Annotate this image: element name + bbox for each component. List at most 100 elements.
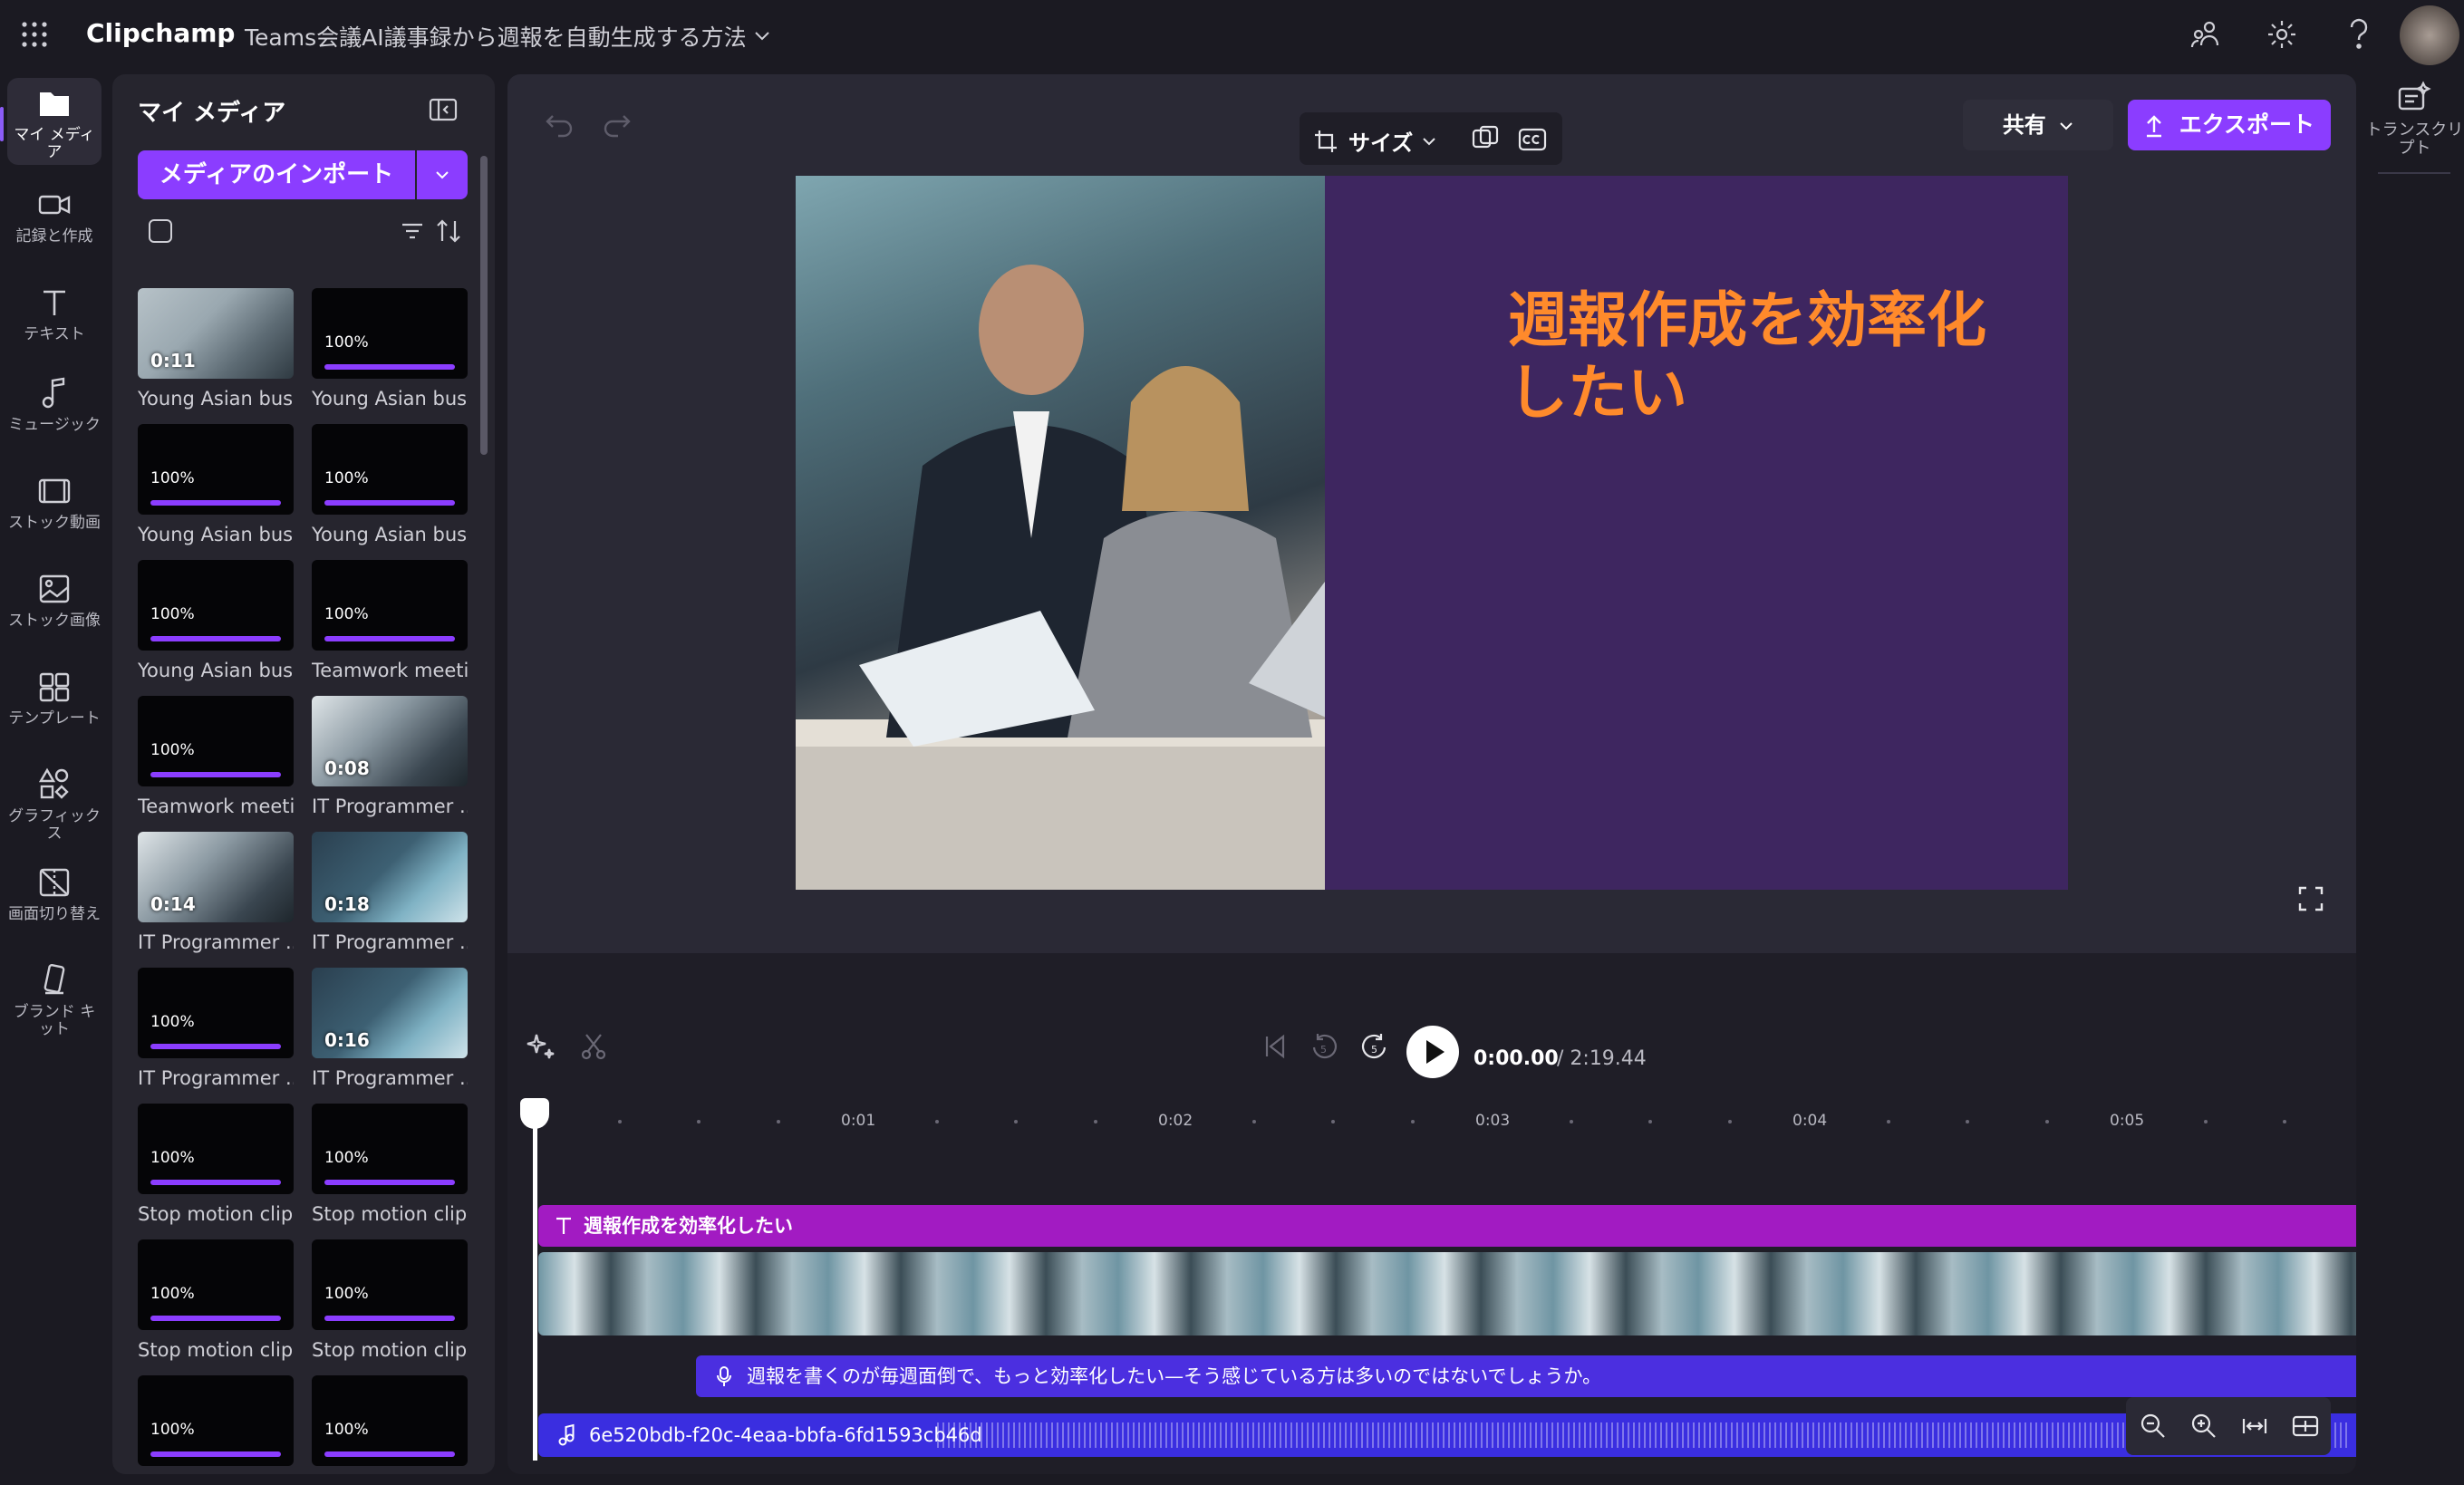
media-thumbnail[interactable]: 100%: [138, 424, 294, 515]
media-thumbnail[interactable]: 100%: [312, 1375, 468, 1466]
share-people-icon[interactable]: [2189, 18, 2222, 51]
media-item[interactable]: 100% Stop motion clip...: [138, 1239, 294, 1361]
split-scissors-icon[interactable]: [578, 1031, 609, 1062]
zoom-in-icon[interactable]: [2189, 1412, 2218, 1441]
filter-icon[interactable]: [399, 217, 426, 245]
media-item[interactable]: 100% Stop motion clip...: [312, 1104, 468, 1225]
rail-item-templates[interactable]: テンプレート: [7, 669, 101, 728]
rail-item-stock-image[interactable]: ストック画像: [7, 571, 101, 630]
film-icon: [34, 473, 74, 509]
rail-item-my-media[interactable]: マイ メディア: [7, 78, 101, 165]
media-thumbnail[interactable]: 100%: [138, 696, 294, 786]
ruler-tick-label: 0:05: [2110, 1112, 2145, 1130]
share-button[interactable]: 共有: [1963, 100, 2113, 150]
project-title-menu[interactable]: Teams会議AI議事録から週報を自動生成する方法: [245, 20, 770, 53]
media-thumbnail[interactable]: 100%: [138, 1375, 294, 1466]
video-headline-text[interactable]: 週報作成を効率化したい: [1508, 284, 2015, 429]
media-item[interactable]: 0:08 IT Programmer ...: [312, 696, 468, 817]
media-thumbnail[interactable]: 0:18: [312, 832, 468, 922]
ruler-tick-dot: [776, 1120, 780, 1123]
media-item[interactable]: 0:14 IT Programmer ...: [138, 832, 294, 953]
collapse-panel-icon[interactable]: [428, 96, 459, 123]
zoom-out-icon[interactable]: [2139, 1412, 2168, 1441]
import-dropdown-button[interactable]: [417, 150, 468, 199]
sort-icon[interactable]: [433, 216, 464, 246]
export-button[interactable]: エクスポート: [2128, 100, 2331, 150]
media-thumbnail[interactable]: 0:08: [312, 696, 468, 786]
ruler-tick-dot: [617, 1120, 622, 1123]
media-thumbnail[interactable]: 100%: [312, 560, 468, 651]
text-track-clip[interactable]: 週報作成を効率化したい: [538, 1205, 2356, 1247]
media-item[interactable]: 100% Young Asian bus...: [312, 288, 468, 410]
skip-to-start-icon[interactable]: [1260, 1031, 1290, 1062]
rail-item-graphics[interactable]: グラフィックス: [7, 767, 101, 843]
media-item[interactable]: 0:16 IT Programmer ...: [312, 968, 468, 1089]
playhead-handle[interactable]: [520, 1098, 549, 1129]
rail-item-stock-video[interactable]: ストック動画: [7, 473, 101, 532]
transcript-icon[interactable]: [2396, 80, 2434, 118]
select-all-checkbox[interactable]: [149, 219, 172, 243]
rail-label: ブランド キット: [13, 1003, 96, 1038]
playhead-line[interactable]: [533, 1116, 537, 1461]
media-thumbnail[interactable]: 100%: [138, 968, 294, 1058]
background-swap-icon[interactable]: [1470, 123, 1501, 154]
fullscreen-icon[interactable]: [2296, 884, 2325, 913]
media-item-label: Teamwork meeti...: [312, 660, 468, 681]
captions-icon[interactable]: [1517, 123, 1548, 154]
rewind-5-icon[interactable]: 5: [1309, 1031, 1339, 1064]
audio-track-clip[interactable]: 6e520bdb-f20c-4eaa-bbfa-6fd1593cb46d: [538, 1413, 2356, 1457]
voiceover-track-clip[interactable]: 週報を書くのが毎週面倒で、もっと効率化したい—そう感じている方は多いのではないで…: [696, 1355, 2356, 1397]
media-thumbnail[interactable]: 100%: [312, 288, 468, 379]
media-item[interactable]: 100% Stop motion clip...: [138, 1104, 294, 1225]
media-thumbnail[interactable]: 100%: [312, 1104, 468, 1194]
media-item[interactable]: 100%: [312, 1375, 468, 1466]
rail-item-transitions[interactable]: 画面切り替え: [7, 864, 101, 923]
rail-item-brand-kit[interactable]: ブランド キット: [7, 962, 101, 1038]
media-thumbnail[interactable]: 100%: [138, 560, 294, 651]
media-duration: 0:11: [150, 350, 196, 371]
rail-item-text[interactable]: テキスト: [7, 284, 101, 343]
media-panel-title: マイ メディア: [138, 100, 286, 127]
import-media-button[interactable]: メディアのインポート: [138, 150, 415, 199]
media-thumbnail[interactable]: 100%: [312, 1239, 468, 1330]
media-thumbnail[interactable]: 0:14: [138, 832, 294, 922]
magic-sparkle-icon[interactable]: [526, 1031, 556, 1062]
forward-5-icon[interactable]: 5: [1359, 1031, 1390, 1064]
media-thumbnail[interactable]: 100%: [312, 424, 468, 515]
media-item[interactable]: 100% IT Programmer ...: [138, 968, 294, 1089]
media-item[interactable]: 100% Young Asian bus...: [138, 560, 294, 681]
play-button[interactable]: [1406, 1026, 1459, 1078]
track-size-icon[interactable]: [2291, 1412, 2320, 1441]
media-thumbnail[interactable]: 0:16: [312, 968, 468, 1058]
upload-progress-bar: [324, 1180, 455, 1185]
media-item[interactable]: 100% Young Asian bus...: [138, 424, 294, 545]
transcript-label[interactable]: トランスクリプト: [2365, 121, 2464, 158]
media-item[interactable]: 100%: [138, 1375, 294, 1466]
help-icon[interactable]: [2345, 16, 2372, 53]
redo-icon[interactable]: [600, 109, 633, 140]
undo-icon[interactable]: [544, 109, 576, 140]
rail-item-music[interactable]: ミュージック: [7, 375, 101, 434]
media-item[interactable]: 0:18 IT Programmer ...: [312, 832, 468, 953]
media-thumbnail[interactable]: 0:11: [138, 288, 294, 379]
media-item[interactable]: 100% Young Asian bus...: [312, 424, 468, 545]
app-launcher-icon[interactable]: [20, 20, 49, 49]
upload-progress-text: 100%: [150, 605, 195, 623]
size-button[interactable]: サイズ: [1312, 125, 1436, 157]
rail-active-indicator: [0, 107, 4, 141]
user-avatar[interactable]: [2400, 5, 2459, 65]
upload-progress-text: 100%: [324, 1421, 369, 1439]
media-item-label: Stop motion clip...: [312, 1203, 468, 1225]
media-item[interactable]: 100% Teamwork meeti...: [312, 560, 468, 681]
rail-item-record[interactable]: 記録と作成: [7, 187, 101, 246]
media-scrollbar[interactable]: [480, 156, 488, 455]
media-item[interactable]: 0:11 Young Asian bus...: [138, 288, 294, 410]
media-thumbnail[interactable]: 100%: [138, 1104, 294, 1194]
settings-gear-icon[interactable]: [2266, 18, 2298, 51]
fit-width-icon[interactable]: [2240, 1412, 2269, 1441]
video-preview[interactable]: 週報作成を効率化したい: [796, 176, 2068, 890]
media-thumbnail[interactable]: 100%: [138, 1239, 294, 1330]
video-track-clip[interactable]: [538, 1252, 2356, 1336]
media-item[interactable]: 100% Teamwork meeti...: [138, 696, 294, 817]
media-item[interactable]: 100% Stop motion clip...: [312, 1239, 468, 1361]
